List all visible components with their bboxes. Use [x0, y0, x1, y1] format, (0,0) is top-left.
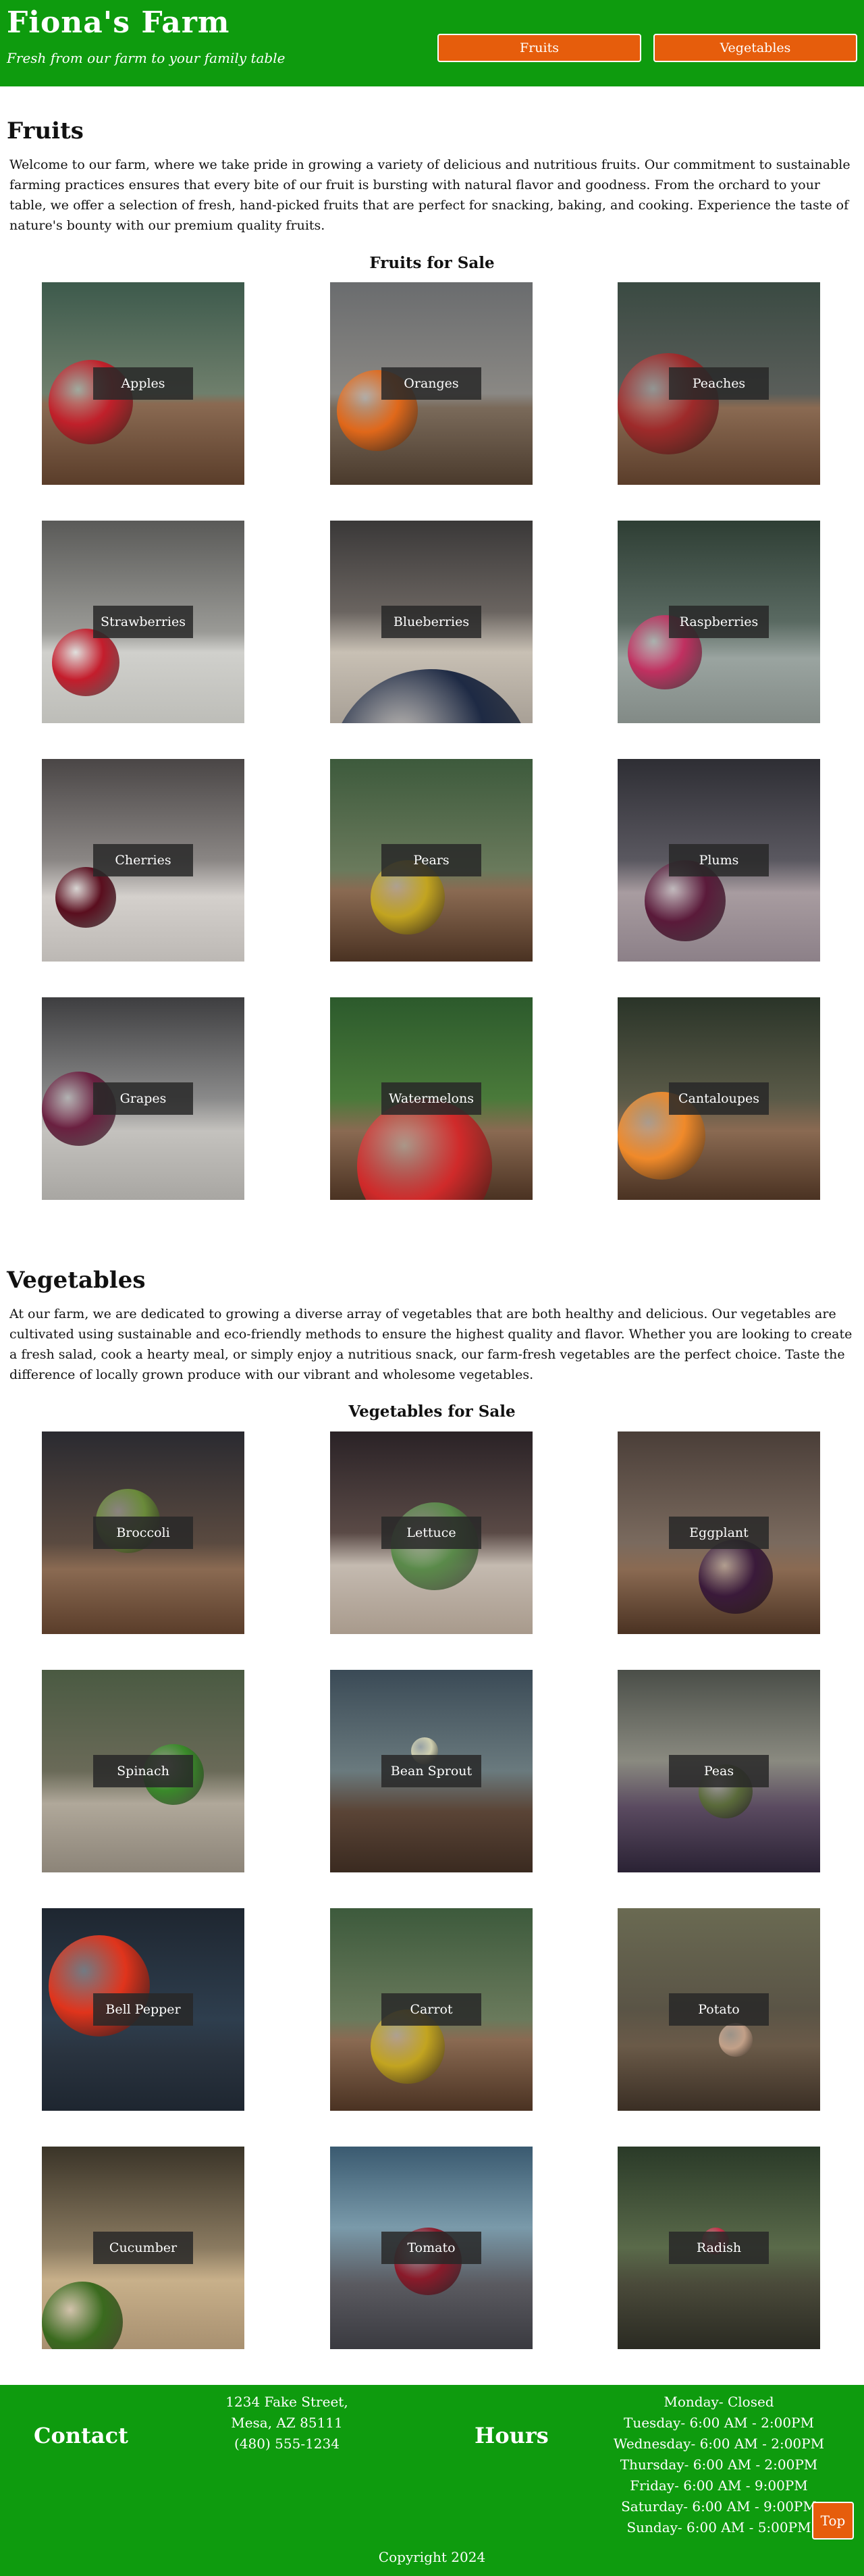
hours-thursday: Thursday- 6:00 AM - 2:00PM	[620, 2456, 818, 2473]
fruit-label: Pears	[381, 844, 481, 876]
vegetable-image	[699, 1540, 773, 1614]
fruit-label: Peaches	[669, 367, 769, 400]
vegetable-card: Broccoli	[42, 1431, 244, 1634]
fruit-label: Watermelons	[381, 1082, 481, 1115]
address-line-1: 1234 Fake Street,	[225, 2394, 348, 2410]
fruit-card: Apples	[42, 282, 244, 485]
vegetable-label: Eggplant	[669, 1517, 769, 1549]
site-title: Fiona's Farm	[7, 5, 230, 40]
vegetable-image	[42, 2282, 123, 2349]
copyright: Copyright 2024	[378, 2549, 486, 2565]
contact-info: 1234 Fake Street, Mesa, AZ 85111 (480) 5…	[202, 2392, 371, 2454]
fruit-card: Plums	[618, 759, 820, 962]
fruit-label: Strawberries	[93, 606, 193, 638]
fruit-label: Raspberries	[669, 606, 769, 638]
vegetable-label: Tomato	[381, 2232, 481, 2264]
fruit-card: Grapes	[42, 997, 244, 1200]
fruit-image	[52, 629, 119, 696]
vegetable-card: Potato	[618, 1908, 820, 2111]
fruits-heading: Fruits	[7, 117, 84, 144]
fruit-label: Plums	[669, 844, 769, 876]
nav-fruits-button[interactable]: Fruits	[437, 34, 641, 62]
fruit-card: Cantaloupes	[618, 997, 820, 1200]
vegetable-label: Potato	[669, 1993, 769, 2026]
fruit-card: Raspberries	[618, 521, 820, 723]
back-to-top-button[interactable]: Top	[812, 2502, 854, 2540]
fruit-card: Strawberries	[42, 521, 244, 723]
vegetables-description: At our farm, we are dedicated to growing…	[9, 1307, 853, 1382]
vegetable-card: Bell Pepper	[42, 1908, 244, 2111]
fruits-description: Welcome to our farm, where we take pride…	[9, 157, 850, 233]
hours-friday: Friday- 6:00 AM - 9:00PM	[630, 2477, 808, 2494]
vegetable-label: Lettuce	[381, 1517, 481, 1549]
fruit-label: Apples	[93, 367, 193, 400]
address-line-2: Mesa, AZ 85111	[231, 2415, 343, 2431]
fruit-label: Cantaloupes	[669, 1082, 769, 1115]
vegetable-card: Spinach	[42, 1670, 244, 1872]
vegetable-card: Carrot	[330, 1908, 533, 2111]
fruit-label: Blueberries	[381, 606, 481, 638]
vegetable-card: Peas	[618, 1670, 820, 1872]
hours-wednesday: Wednesday- 6:00 AM - 2:00PM	[613, 2436, 825, 2452]
fruit-card: Oranges	[330, 282, 533, 485]
fruit-card: Peaches	[618, 282, 820, 485]
fruit-label: Oranges	[381, 367, 481, 400]
fruit-card: Watermelons	[330, 997, 533, 1200]
vegetable-label: Bell Pepper	[93, 1993, 193, 2026]
fruit-image	[330, 669, 533, 723]
vegetable-label: Cucumber	[93, 2232, 193, 2264]
vegetable-label: Carrot	[381, 1993, 481, 2026]
fruit-card: Pears	[330, 759, 533, 962]
contact-heading: Contact	[34, 2423, 128, 2448]
vegetable-label: Broccoli	[93, 1517, 193, 1549]
hours-sunday: Sunday- 6:00 AM - 5:00PM	[626, 2519, 811, 2535]
fruit-label: Cherries	[93, 844, 193, 876]
nav-vegetables-button[interactable]: Vegetables	[653, 34, 857, 62]
vegetable-label: Spinach	[93, 1755, 193, 1787]
vegetable-card: Radish	[618, 2147, 820, 2349]
vegetable-card: Tomato	[330, 2147, 533, 2349]
fruit-label: Grapes	[93, 1082, 193, 1115]
hours-heading: Hours	[475, 2423, 549, 2448]
site-footer: Contact 1234 Fake Street, Mesa, AZ 85111…	[0, 2385, 864, 2576]
vegetable-card: Cucumber	[42, 2147, 244, 2349]
site-header: Fiona's Farm Fresh from our farm to your…	[0, 0, 864, 86]
fruit-card: Cherries	[42, 759, 244, 962]
hours-monday: Monday- Closed	[664, 2394, 774, 2410]
site-tagline: Fresh from our farm to your family table	[7, 50, 286, 66]
vegetables-heading: Vegetables	[7, 1267, 146, 1294]
vegetables-for-sale-heading: Vegetables for Sale	[348, 1402, 516, 1421]
vegetable-label: Peas	[669, 1755, 769, 1787]
hours-tuesday: Tuesday- 6:00 AM - 2:00PM	[624, 2415, 814, 2431]
fruits-for-sale-heading: Fruits for Sale	[369, 254, 495, 272]
vegetable-image	[719, 2023, 753, 2057]
hours-list: Monday- Closed Tuesday- 6:00 AM - 2:00PM…	[608, 2392, 830, 2538]
vegetable-label: Bean Sprout	[381, 1755, 481, 1787]
vegetable-label: Radish	[669, 2232, 769, 2264]
hours-saturday: Saturday- 6:00 AM - 9:00PM	[621, 2498, 817, 2515]
phone-number: (480) 555-1234	[234, 2436, 340, 2452]
vegetable-card: Bean Sprout	[330, 1670, 533, 1872]
vegetable-card: Lettuce	[330, 1431, 533, 1634]
vegetable-card: Eggplant	[618, 1431, 820, 1634]
fruit-card: Blueberries	[330, 521, 533, 723]
